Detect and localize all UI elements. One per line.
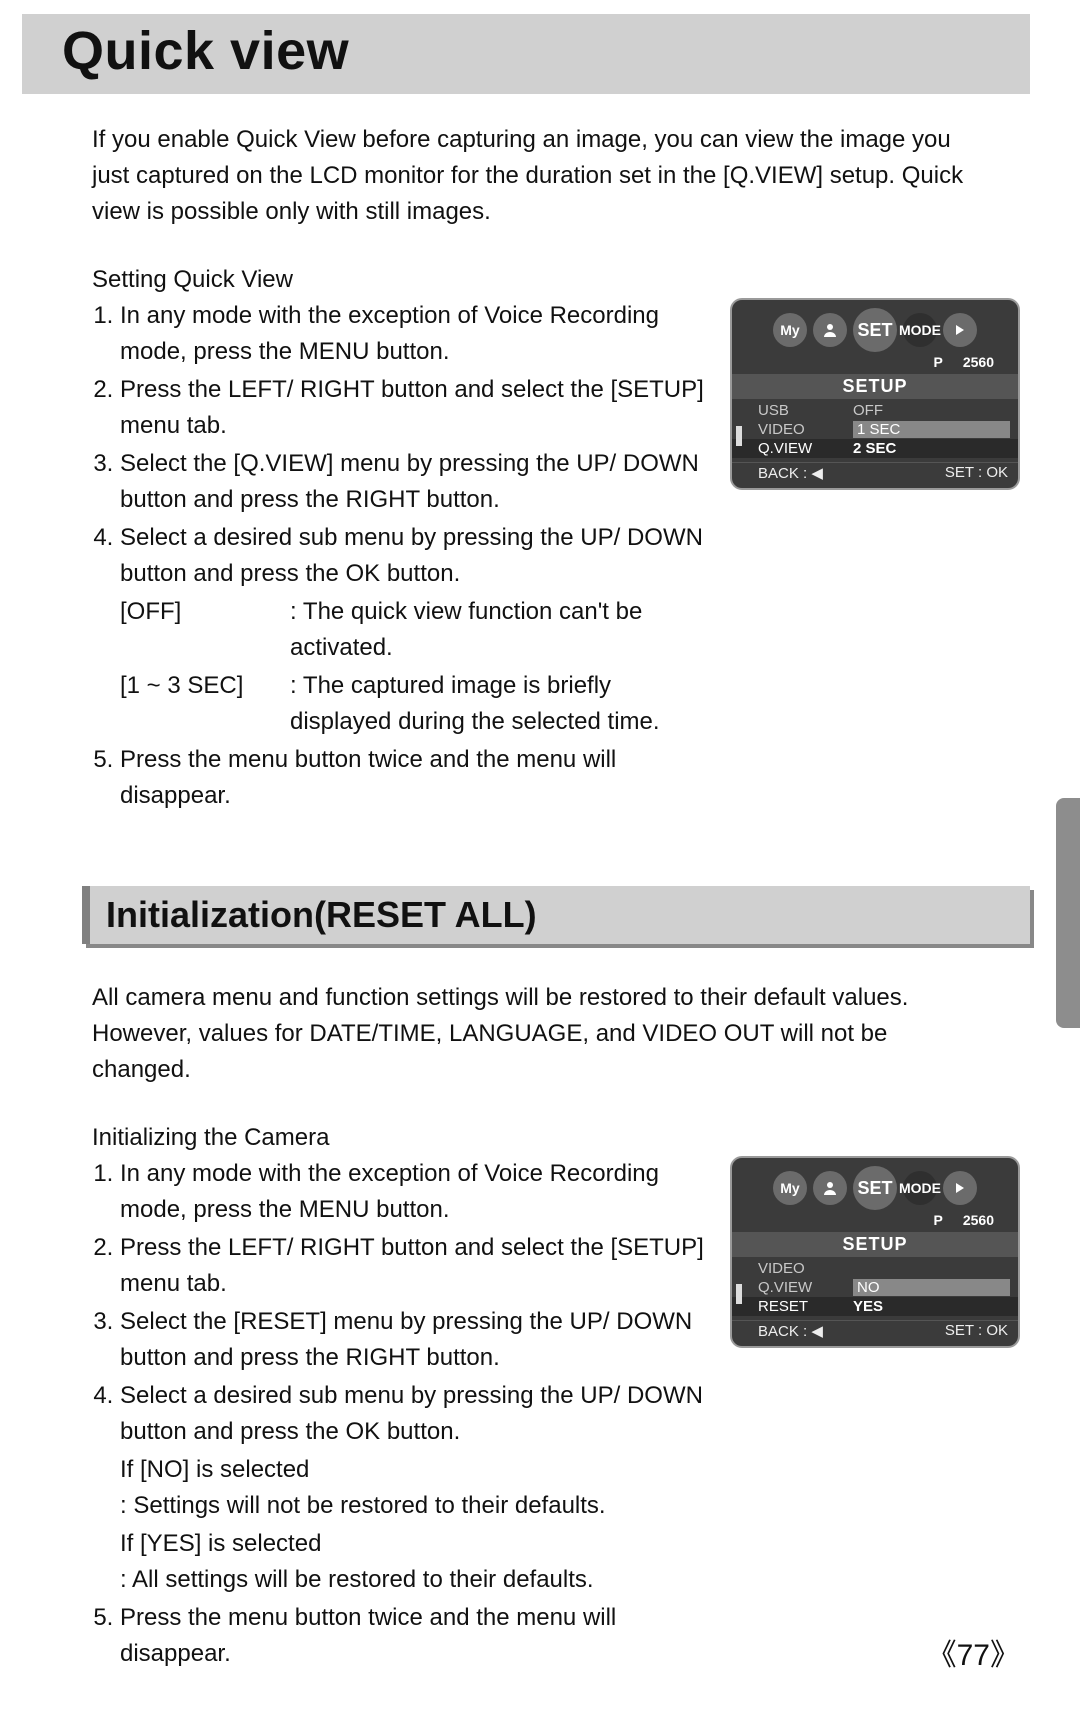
play-icon (943, 1171, 977, 1205)
scroll-indicator (736, 1284, 742, 1304)
subsection-title: Setting Quick View (92, 266, 1030, 294)
manual-page: Quick view If you enable Quick View befo… (0, 0, 1080, 1714)
step: Select the [RESET] menu by pressing the … (120, 1304, 706, 1376)
lcd-preview-reset: My SET MODE P 2560 SETUP VIDEO (730, 1156, 1030, 1348)
step: Select a desired sub menu by pressing th… (120, 1378, 706, 1598)
section2-title-bar: Initialization(RESET ALL) (82, 886, 1030, 944)
section2-subtitle: Initializing the Camera (92, 1124, 1030, 1152)
lcd-preview-qview: My SET MODE P 2560 SETUP USBOFF (730, 298, 1030, 490)
person-icon (813, 1171, 847, 1205)
set-icon: SET (853, 1166, 897, 1210)
person-icon (813, 313, 847, 347)
my-icon: My (773, 1171, 807, 1205)
lcd-header: SETUP (732, 374, 1018, 399)
step: Select the [Q.VIEW] menu by pressing the… (120, 446, 706, 518)
step: Press the LEFT/ RIGHT button and select … (120, 372, 706, 444)
section2-intro: All camera menu and function settings wi… (92, 980, 972, 1088)
option-desc: : The quick view function can't be activ… (290, 594, 706, 666)
lcd-setok: SET : OK (945, 1322, 1008, 1340)
lcd-setok: SET : OK (945, 464, 1008, 482)
mode-icon: MODE (903, 1171, 937, 1205)
p-indicator: P (934, 354, 943, 370)
steps-block-2: In any mode with the exception of Voice … (92, 1156, 1030, 1674)
section2-title: Initialization(RESET ALL) (106, 894, 1014, 936)
lcd-back: BACK : ◀ (758, 1322, 823, 1340)
lcd-back: BACK : ◀ (758, 464, 823, 482)
page-number: 《77》 (927, 1630, 1020, 1674)
scroll-indicator (736, 426, 742, 446)
step: Press the LEFT/ RIGHT button and select … (120, 1230, 706, 1302)
p-indicator: P (934, 1212, 943, 1228)
step: Select a desired sub menu by pressing th… (120, 520, 706, 740)
intro-paragraph: If you enable Quick View before capturin… (92, 122, 972, 230)
option-desc: : Settings will not be restored to their… (120, 1488, 606, 1524)
step-list-1: In any mode with the exception of Voice … (92, 298, 706, 816)
set-icon: SET (853, 308, 897, 352)
res-indicator: 2560 (963, 1212, 994, 1228)
option-key: If [YES] is selected (120, 1526, 340, 1562)
option-key: [1 ~ 3 SEC] (120, 668, 290, 740)
side-tab (1056, 798, 1080, 1028)
step: In any mode with the exception of Voice … (120, 1156, 706, 1228)
option-key: If [NO] is selected (120, 1452, 340, 1488)
play-icon (943, 313, 977, 347)
step-list-2: In any mode with the exception of Voice … (92, 1156, 706, 1674)
step: Press the menu button twice and the menu… (120, 742, 706, 814)
steps-block-1: In any mode with the exception of Voice … (92, 298, 1030, 816)
my-icon: My (773, 313, 807, 347)
option-desc: : All settings will be restored to their… (120, 1562, 594, 1598)
page-title: Quick view (62, 20, 990, 82)
mode-icon: MODE (903, 313, 937, 347)
step: Press the menu button twice and the menu… (120, 1600, 706, 1672)
res-indicator: 2560 (963, 354, 994, 370)
option-desc: : The captured image is briefly displaye… (290, 668, 706, 740)
option-key: [OFF] (120, 594, 290, 666)
step: In any mode with the exception of Voice … (120, 298, 706, 370)
lcd-header: SETUP (732, 1232, 1018, 1257)
section-title-bar: Quick view (22, 14, 1030, 94)
